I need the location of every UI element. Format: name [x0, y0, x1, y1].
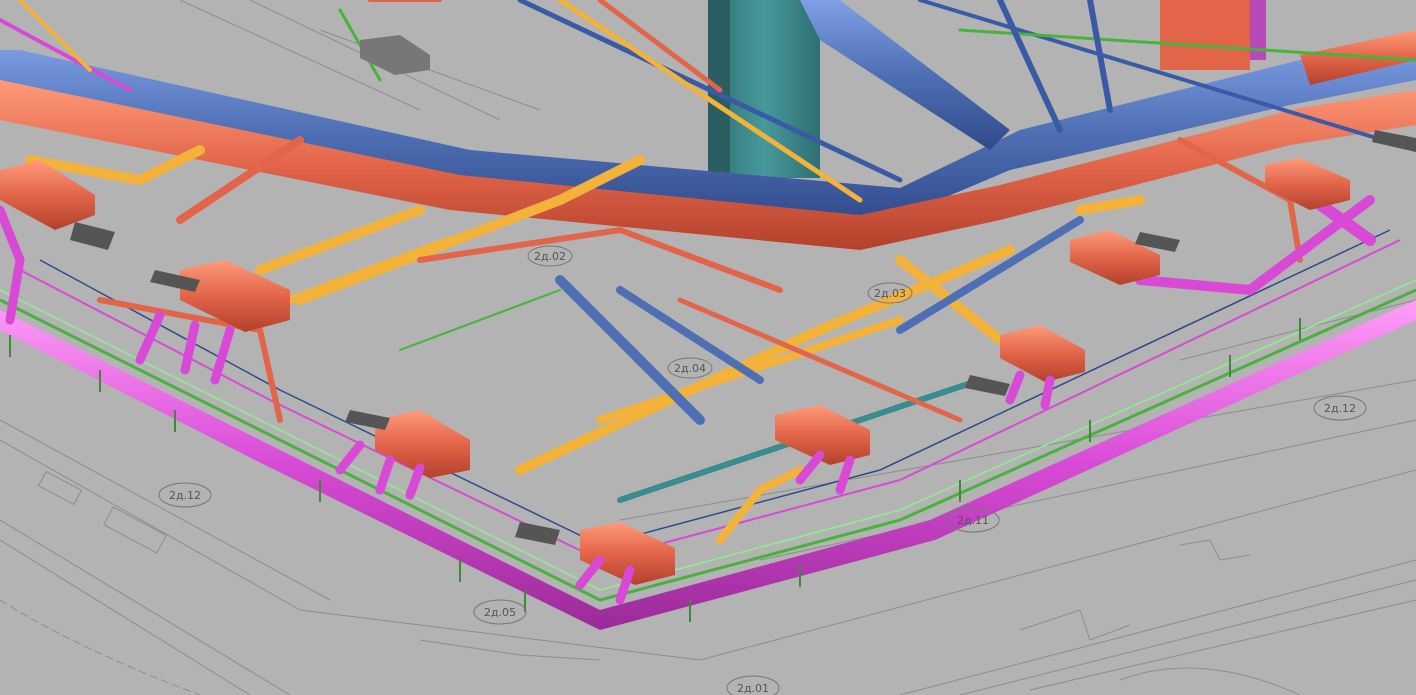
svg-text:2д.04: 2д.04	[674, 362, 706, 375]
svg-text:2д.05: 2д.05	[484, 606, 516, 619]
room-tag[interactable]: 2д.05	[473, 599, 527, 625]
room-tag[interactable]: 2д.02	[527, 245, 573, 267]
svg-text:2д.11: 2д.11	[957, 514, 989, 527]
structural-column	[708, 0, 820, 178]
room-tag[interactable]: 2д.12	[158, 482, 212, 508]
svg-text:2д.02: 2д.02	[534, 250, 566, 263]
svg-text:2д.03: 2д.03	[874, 287, 906, 300]
model-viewport[interactable]: 2д.12 2д.05 2д.01 2д.11 2д.12 2д.04 2д.0…	[0, 0, 1416, 695]
svg-text:2д.12: 2д.12	[169, 489, 201, 502]
svg-text:2д.01: 2д.01	[737, 682, 769, 695]
fcu-6[interactable]	[965, 325, 1085, 396]
fcu-7[interactable]	[1070, 230, 1180, 285]
fcu-9[interactable]	[360, 35, 430, 75]
room-tag[interactable]: 2д.04	[667, 357, 713, 379]
svg-text:2д.12: 2д.12	[1324, 402, 1356, 415]
bim-3d-scene[interactable]: 2д.12 2д.05 2д.01 2д.11 2д.12 2д.04 2д.0…	[0, 0, 1416, 695]
room-tag[interactable]: 2д.01	[726, 675, 780, 695]
room-tag[interactable]: 2д.12	[1313, 395, 1367, 421]
